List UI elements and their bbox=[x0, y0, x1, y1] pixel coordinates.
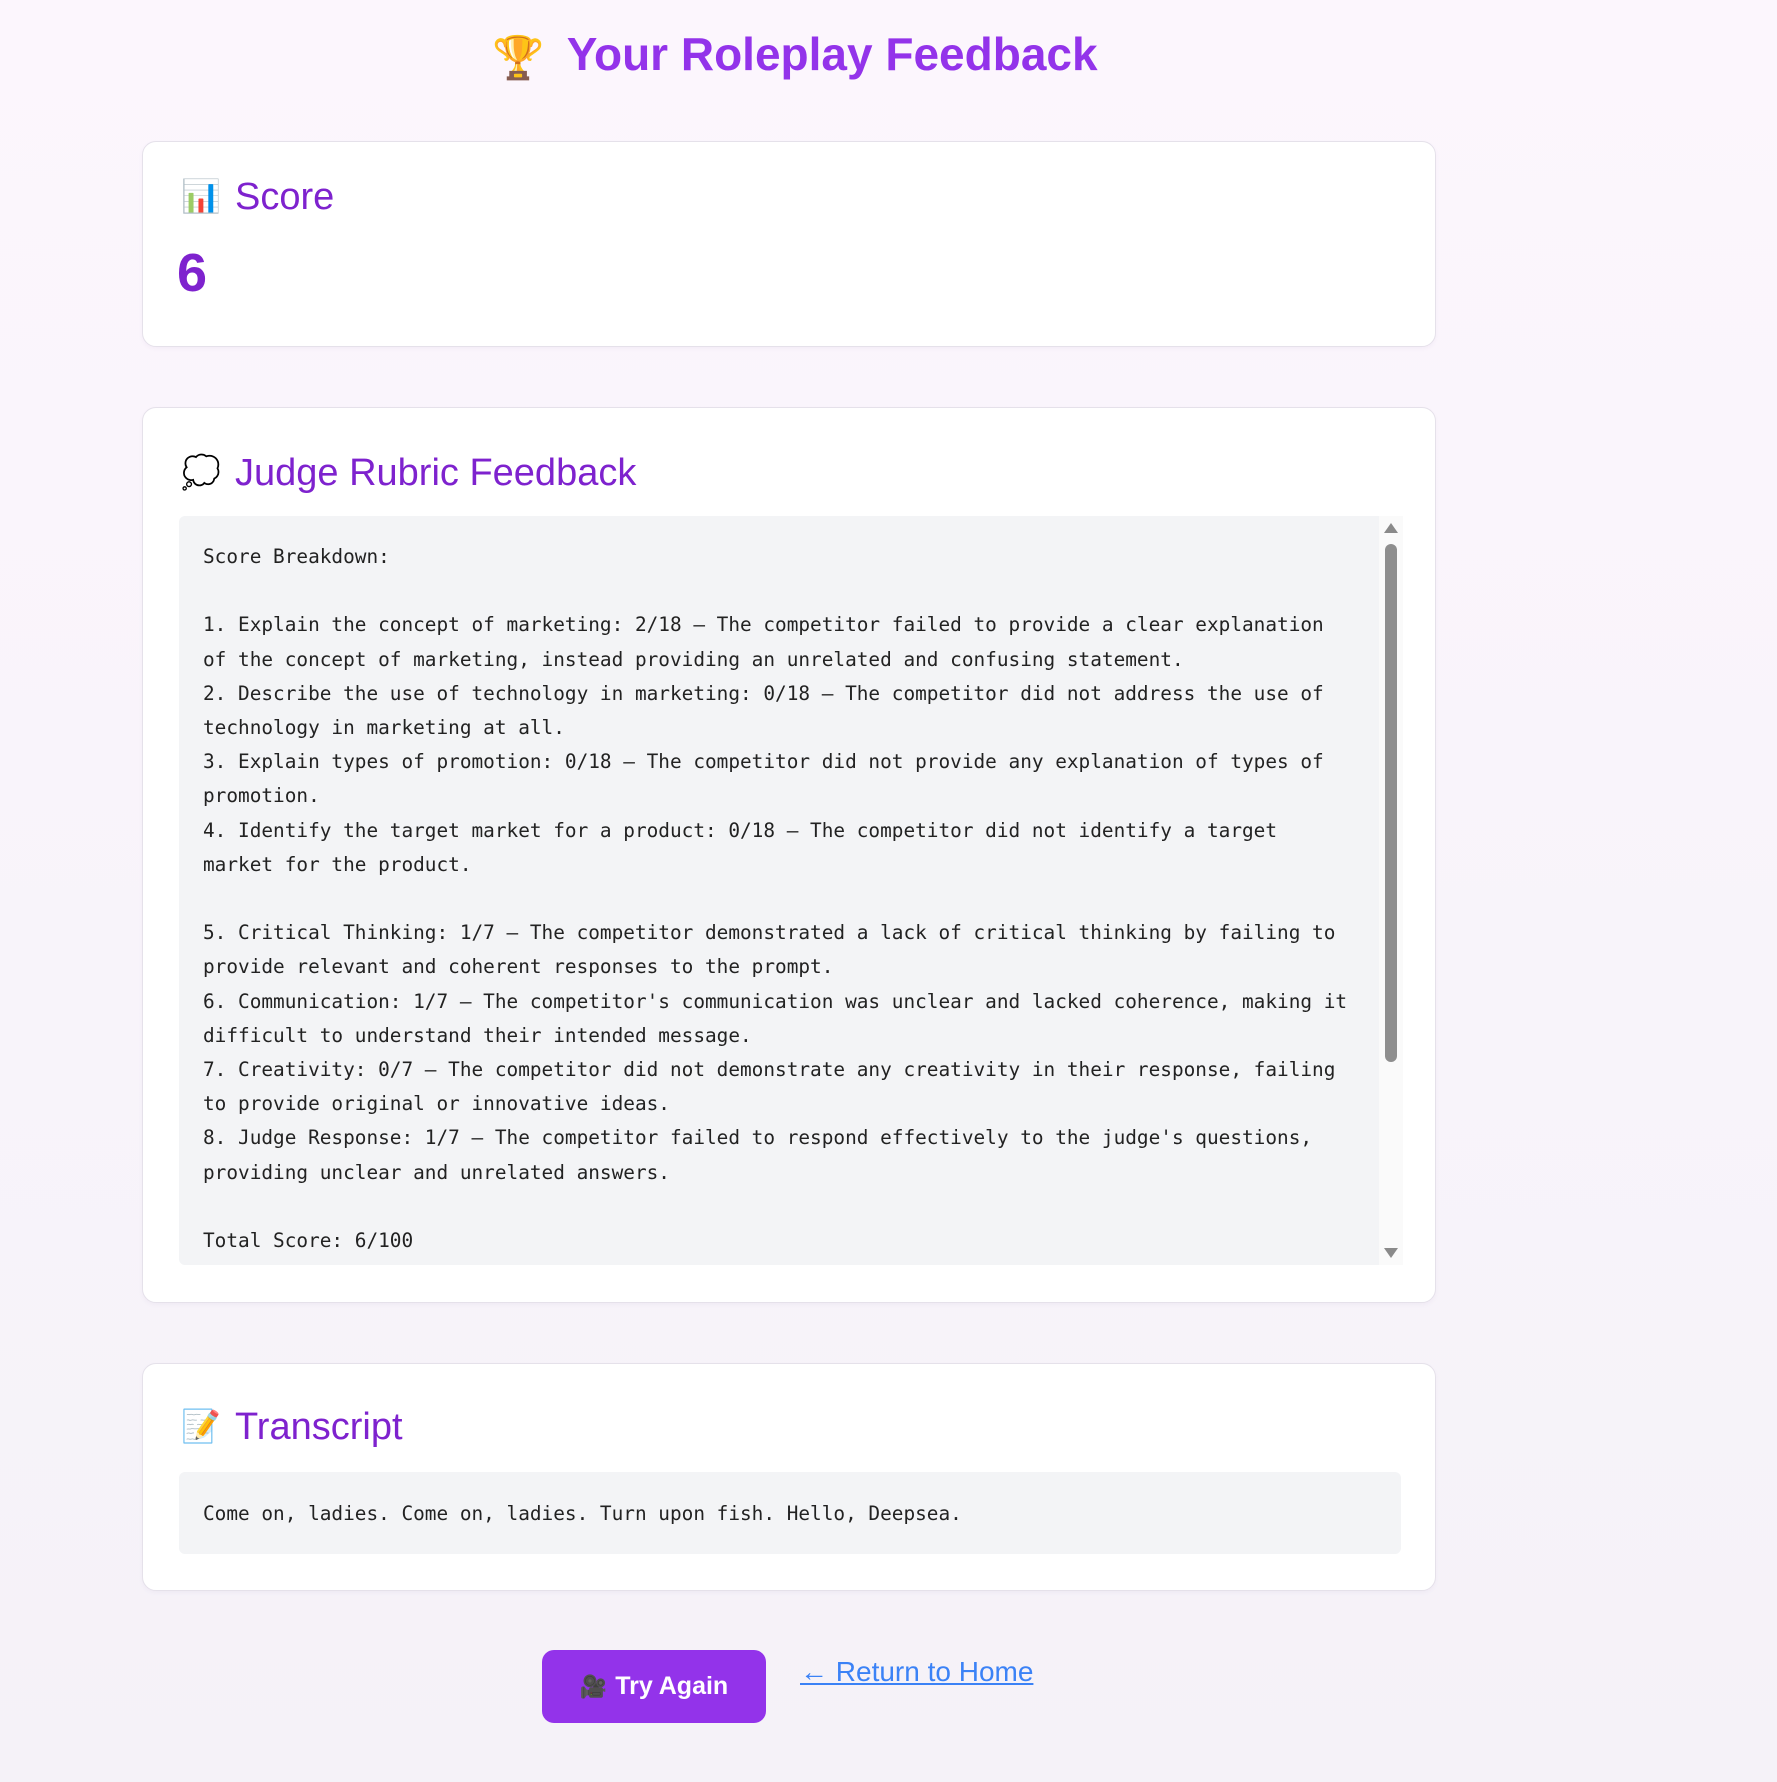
score-card: 📊 Score 6 bbox=[142, 141, 1436, 347]
return-home-link[interactable]: ← Return to Home bbox=[800, 1654, 1033, 1690]
transcript-heading-text: Transcript bbox=[235, 1406, 403, 1448]
score-heading-text: Score bbox=[235, 176, 335, 218]
transcript-text: Come on, ladies. Come on, ladies. Turn u… bbox=[179, 1472, 1401, 1554]
score-value: 6 bbox=[177, 243, 208, 303]
transcript-card: 📝 Transcript Come on, ladies. Come on, la… bbox=[142, 1363, 1436, 1591]
feedback-scrollbar[interactable] bbox=[1379, 516, 1403, 1265]
memo-icon: 📝 bbox=[181, 1408, 221, 1444]
feedback-scroll-area[interactable]: Score Breakdown: 1. Explain the concept … bbox=[179, 516, 1379, 1265]
page-title: 🏆 Your Roleplay Feedback bbox=[0, 22, 1590, 90]
trophy-icon: 🏆 bbox=[492, 34, 545, 81]
score-heading: 📊 Score bbox=[181, 172, 334, 221]
feedback-text: Score Breakdown: 1. Explain the concept … bbox=[203, 545, 1348, 1253]
feedback-heading-text: Judge Rubric Feedback bbox=[235, 452, 637, 494]
scroll-down-arrow-icon[interactable] bbox=[1384, 1248, 1398, 1258]
try-again-button[interactable]: 🎥 Try Again bbox=[542, 1650, 766, 1723]
speech-bubble-icon: 💭 bbox=[181, 454, 221, 490]
feedback-card: 💭 Judge Rubric Feedback Score Breakdown: … bbox=[142, 407, 1436, 1303]
actions-bar: 🎥 Try Again ← Return to Home bbox=[0, 1650, 1590, 1730]
transcript-heading: 📝 Transcript bbox=[181, 1402, 403, 1451]
scroll-up-arrow-icon[interactable] bbox=[1384, 523, 1398, 533]
try-again-label: Try Again bbox=[615, 1672, 729, 1700]
page-title-text: Your Roleplay Feedback bbox=[566, 28, 1098, 80]
movie-camera-icon: 🎥 bbox=[579, 1674, 608, 1699]
bar-chart-icon: 📊 bbox=[181, 178, 221, 214]
scroll-thumb[interactable] bbox=[1385, 544, 1397, 1062]
feedback-heading: 💭 Judge Rubric Feedback bbox=[181, 448, 636, 497]
